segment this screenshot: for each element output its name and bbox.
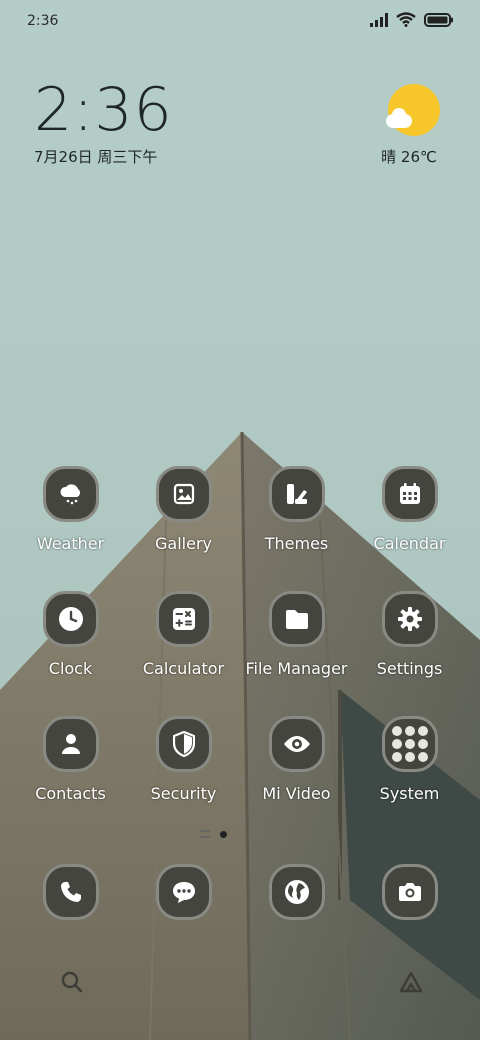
app-label: Contacts (35, 784, 106, 803)
app-clock[interactable]: Clock (14, 591, 127, 678)
status-bar: 2:36 (0, 0, 480, 42)
app-label: Calculator (142, 659, 225, 678)
app-mi-video[interactable]: Mi Video (240, 716, 353, 803)
message-icon (155, 864, 212, 920)
palette-icon (268, 466, 325, 522)
signal-icon (370, 12, 388, 27)
sunny-icon (386, 84, 440, 136)
camera-icon (381, 864, 438, 920)
app-settings[interactable]: Settings (353, 591, 466, 678)
app-label: Mi Video (262, 784, 331, 803)
page-indicator-list (200, 830, 210, 838)
gear-icon (381, 591, 438, 647)
weather-widget[interactable]: 晴 26℃ (381, 84, 444, 167)
app-security[interactable]: Security (127, 716, 240, 803)
calculator-icon (155, 591, 212, 647)
app-weather[interactable]: Weather (14, 466, 127, 553)
person-icon (42, 716, 99, 772)
folder-icon (268, 591, 325, 647)
eye-icon (268, 716, 325, 772)
app-label: Clock (48, 659, 93, 678)
clock-widget[interactable]: 2:36 7月26日 周三下午 (34, 80, 173, 167)
page-indicator[interactable] (200, 830, 227, 838)
search-icon (61, 971, 83, 993)
shield-icon (155, 716, 212, 772)
app-label: Weather (36, 534, 105, 553)
status-icons (370, 12, 454, 27)
page-indicator-dot (220, 830, 227, 838)
app-calculator[interactable]: Calculator (127, 591, 240, 678)
assistant-icon (399, 971, 423, 993)
clock-icon (42, 591, 99, 647)
weather-widget-temp: 晴 26℃ (381, 148, 437, 166)
assistant-button[interactable] (398, 970, 424, 998)
clock-widget-time: 2:36 (34, 75, 173, 145)
app-label: Gallery (155, 534, 212, 553)
battery-icon (424, 12, 453, 27)
app-label: Security (150, 784, 217, 803)
calendar-icon (381, 466, 438, 522)
phone-icon (42, 864, 99, 920)
app-contacts[interactable]: Contacts (14, 716, 127, 803)
app-label: Settings (376, 659, 443, 678)
globe-icon (268, 864, 325, 920)
dock-camera[interactable] (353, 864, 466, 920)
app-label: Themes (264, 534, 329, 553)
app-themes[interactable]: Themes (240, 466, 353, 553)
search-button[interactable] (60, 970, 84, 998)
app-system-folder[interactable]: System (353, 716, 466, 803)
folder-grid-icon (381, 716, 438, 772)
status-time: 2:36 (27, 13, 59, 29)
app-file-manager[interactable]: File Manager (240, 591, 353, 678)
app-label: File Manager (245, 659, 348, 678)
dock-browser[interactable] (240, 864, 353, 920)
app-calendar[interactable]: Calendar (353, 466, 466, 553)
app-label: System (379, 784, 440, 803)
app-label: Calendar (373, 534, 446, 553)
dock-phone[interactable] (14, 864, 127, 920)
wifi-icon (396, 12, 416, 27)
dock-messages[interactable] (127, 864, 240, 920)
clock-widget-date: 7月26日 周三下午 (34, 148, 158, 166)
app-gallery[interactable]: Gallery (127, 466, 240, 553)
cloud-rain-icon (42, 466, 99, 522)
image-icon (155, 466, 212, 522)
